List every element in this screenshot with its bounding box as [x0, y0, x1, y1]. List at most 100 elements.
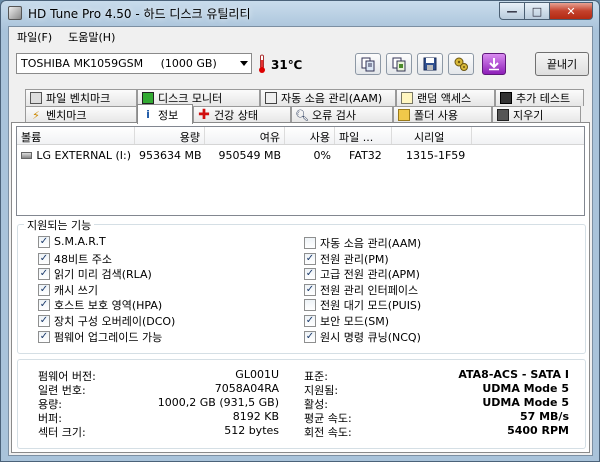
feature-right-0[interactable]: 자동 소음 관리(AAM) [304, 235, 421, 251]
feature-left-6[interactable]: ✓ 펌웨어 업그레이드 가능 [38, 329, 162, 345]
features-title: 지원되는 기능 [24, 217, 95, 233]
feature-label: S.M.A.R.T [54, 235, 106, 248]
volume-capacity: 953634 MB [139, 148, 202, 162]
volume-row[interactable]: LG EXTERNAL (I:) 953634 MB 950549 MB 0% … [17, 147, 584, 163]
tab-file-benchmark[interactable]: 파일 벤치마크 [25, 89, 137, 106]
tab-health[interactable]: ✚ 건강 상태 [193, 106, 291, 123]
tabs-row-1: 파일 벤치마크 디스크 모니터 자동 소음 관리(AAM) 랜덤 액세스 추가 … [11, 89, 584, 106]
detail-label: 회전 속도: [304, 426, 352, 439]
feature-label: 장치 구성 오버레이(DCO) [54, 315, 176, 328]
feature-checkbox[interactable]: ✓ [38, 283, 50, 296]
copy-all-button[interactable] [386, 53, 412, 75]
benchmark-icon: ⚡ [32, 108, 40, 122]
drive-icon [21, 151, 33, 159]
feature-checkbox[interactable]: ✓ [304, 283, 316, 296]
file-benchmark-icon [30, 92, 42, 104]
detail-value: UDMA Mode 5 [482, 396, 569, 409]
thermometer-icon [259, 54, 265, 73]
client-area: 파일(F) 도움말(H) TOSHIBA MK1059GSM (1000 GB)… [8, 26, 593, 456]
feature-right-3[interactable]: ✓ 전원 관리 인터페이스 [304, 282, 418, 298]
feature-left-2[interactable]: ✓ 읽기 미리 검색(RLA) [38, 266, 152, 282]
feature-label: 48비트 주소 [54, 252, 112, 266]
download-button[interactable] [482, 53, 506, 75]
feature-checkbox[interactable]: ✓ [38, 315, 50, 327]
feature-right-5[interactable]: ✓ 보안 모드(SM) [304, 313, 389, 329]
col-used[interactable]: 사용 [285, 127, 335, 144]
feature-label: 전원 관리(PM) [320, 252, 389, 266]
feature-checkbox[interactable]: ✓ [304, 252, 316, 265]
col-filesystem[interactable]: 파일 ... [335, 127, 392, 144]
feature-checkbox[interactable]: ✓ [304, 315, 316, 327]
volume-free: 950549 MB [218, 148, 281, 162]
drive-select[interactable]: TOSHIBA MK1059GSM (1000 GB) [16, 53, 252, 74]
tab-erase[interactable]: 지우기 [492, 106, 581, 123]
folder-usage-icon [398, 109, 410, 121]
feature-left-0[interactable]: ✓ S.M.A.R.T [38, 235, 106, 248]
feature-right-1[interactable]: ✓ 전원 관리(PM) [304, 251, 389, 267]
tab-aam[interactable]: 자동 소음 관리(AAM) [260, 89, 396, 106]
erase-icon [497, 109, 509, 121]
title-bar[interactable]: HD Tune Pro 4.50 - 하드 디스크 유틸리티 — □ ✕ [1, 1, 599, 25]
feature-checkbox[interactable] [304, 237, 316, 249]
save-button[interactable] [417, 53, 443, 75]
feature-checkbox[interactable] [304, 299, 316, 312]
menu-help[interactable]: 도움말(H) [60, 29, 123, 45]
maximize-button[interactable]: □ [525, 2, 550, 20]
feature-left-3[interactable]: ✓ 캐시 쓰기 [38, 282, 98, 298]
minimize-button[interactable]: — [499, 2, 525, 20]
tab-random-access[interactable]: 랜덤 액세스 [396, 89, 495, 106]
feature-label: 전원 대기 모드(PUIS) [320, 299, 422, 313]
feature-checkbox[interactable]: ✓ [304, 330, 316, 343]
detail-value: ATA8-ACS - SATA I [458, 368, 569, 381]
options-button[interactable] [448, 53, 474, 75]
feature-checkbox[interactable]: ✓ [38, 268, 50, 281]
feature-checkbox[interactable]: ✓ [38, 299, 50, 312]
features-group: 지원되는 기능 ✓ S.M.A.R.T ✓ 48비트 주소 ✓ 읽기 미리 검색(RLA)… [17, 217, 586, 354]
feature-checkbox[interactable]: ✓ [38, 330, 50, 343]
feature-right-6[interactable]: ✓ 원시 명령 큐닝(NCQ) [304, 329, 421, 345]
col-volume[interactable]: 볼륨 [17, 127, 135, 144]
volume-filesystem: FAT32 [349, 148, 382, 162]
random-access-icon [401, 92, 413, 104]
feature-label: 전원 관리 인터페이스 [320, 283, 419, 297]
feature-right-2[interactable]: ✓ 고급 전원 관리(APM) [304, 266, 420, 282]
feature-checkbox[interactable]: ✓ [38, 252, 50, 265]
tab-benchmark[interactable]: ⚡ 벤치마크 [25, 106, 137, 123]
detail-value: 1000,2 GB (931,5 GB) [157, 396, 279, 409]
menu-file[interactable]: 파일(F) [9, 29, 60, 45]
copy-info-icon [361, 57, 375, 72]
close-button[interactable]: ✕ [550, 2, 593, 20]
detail-value: UDMA Mode 5 [482, 382, 569, 395]
feature-left-1[interactable]: ✓ 48비트 주소 [38, 251, 112, 267]
app-icon [8, 6, 22, 20]
feature-left-4[interactable]: ✓ 호스트 보호 영역(HPA) [38, 297, 162, 313]
feature-label: 호스트 보호 영역(HPA) [54, 299, 163, 313]
detail-value: GL001U [235, 368, 279, 381]
col-capacity[interactable]: 용량 [135, 127, 205, 144]
tab-folder-usage[interactable]: 폴더 사용 [393, 106, 492, 123]
feature-checkbox[interactable]: ✓ [304, 268, 316, 281]
exit-button[interactable]: 끝내기 [535, 52, 589, 76]
options-icon [454, 57, 468, 71]
col-free[interactable]: 여유 [205, 127, 285, 144]
chevron-down-icon [240, 61, 248, 66]
feature-label: 자동 소음 관리(AAM) [320, 237, 422, 250]
col-serial[interactable]: 시리얼 [392, 127, 472, 144]
drive-details: 펌웨어 버전: GL001U 일련 번호: 7058A04RA 용량: 1000,2 GB… [17, 359, 586, 449]
detail-value: 7058A04RA [214, 382, 279, 395]
volume-list[interactable]: 볼륨 용량 여유 사용 파일 ... 시리얼 LG EXTERNAL (I:) … [16, 126, 585, 216]
feature-label: 원시 명령 큐닝(NCQ) [320, 330, 421, 344]
feature-right-4[interactable]: 전원 대기 모드(PUIS) [304, 297, 421, 313]
tab-extra-tests[interactable]: 추가 테스트 [495, 89, 584, 106]
detail-value: 57 MB/s [519, 410, 569, 423]
temperature-readout: 31℃ [271, 58, 303, 72]
tab-info[interactable]: i 정보 [137, 104, 193, 124]
feature-checkbox[interactable]: ✓ [38, 235, 50, 248]
copy-all-icon [392, 57, 406, 72]
tab-error-scan[interactable]: 🔍︎ 오류 검사 [291, 106, 393, 123]
feature-label: 고급 전원 관리(APM) [320, 268, 420, 282]
download-icon [489, 58, 499, 71]
volume-serial: 1315-1F59 [406, 148, 466, 162]
feature-left-5[interactable]: ✓ 장치 구성 오버레이(DCO) [38, 313, 175, 329]
copy-info-button[interactable] [355, 53, 381, 75]
